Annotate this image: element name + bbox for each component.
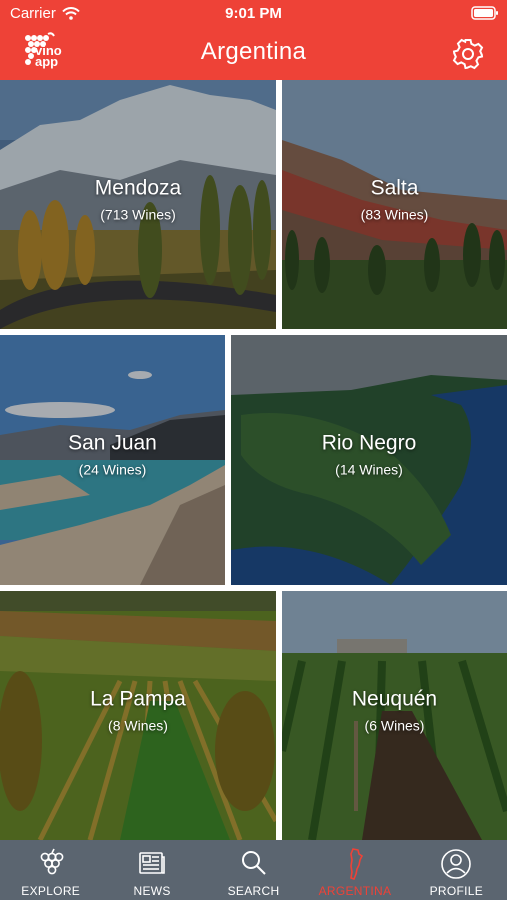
region-wine-count: (6 Wines): [364, 716, 425, 733]
tab-profile[interactable]: PROFILE: [406, 840, 507, 900]
region-wine-count: (713 Wines): [100, 205, 176, 222]
profile-icon: [441, 849, 472, 879]
region-grid: Mendoza (713 Wines) Salta (83 Wines) San…: [0, 80, 507, 840]
grapes-icon: [40, 848, 64, 875]
tab-argentina[interactable]: ARGENTINA: [304, 840, 405, 900]
region-tile-neuquen[interactable]: Neuquén (6 Wines): [282, 591, 507, 840]
tab-label: PROFILE: [429, 884, 484, 898]
tab-label: NEWS: [133, 884, 171, 898]
region-name: Neuquén: [351, 686, 438, 710]
tab-label: ARGENTINA: [318, 884, 392, 898]
region-wine-count: (8 Wines): [108, 716, 168, 733]
region-label: Salta (83 Wines): [282, 176, 507, 222]
argentina-map-icon: [350, 848, 363, 880]
newspaper-icon: [139, 852, 165, 874]
tab-news[interactable]: NEWS: [101, 840, 202, 900]
region-label: San Juan (24 Wines): [0, 431, 225, 477]
region-name: San Juan: [68, 431, 157, 455]
search-icon: [241, 851, 266, 875]
gear-icon[interactable]: [451, 37, 485, 71]
clock: 9:01 PM: [225, 5, 282, 22]
tab-explore[interactable]: EXPLORE: [0, 840, 101, 900]
page-title: Argentina: [200, 38, 307, 65]
region-tile-la-pampa[interactable]: La Pampa (8 Wines): [0, 591, 276, 840]
region-wine-count: (83 Wines): [360, 205, 429, 222]
tab-search[interactable]: SEARCH: [203, 840, 304, 900]
region-tile-mendoza[interactable]: Mendoza (713 Wines): [0, 80, 276, 329]
region-name: Mendoza: [94, 175, 182, 199]
region-wine-count: (24 Wines): [78, 461, 147, 478]
region-label: Mendoza (713 Wines): [0, 176, 276, 222]
region-tile-san-juan[interactable]: San Juan (24 Wines): [0, 335, 225, 585]
region-name: Rio Negro: [321, 431, 417, 455]
region-label: La Pampa (8 Wines): [0, 687, 276, 733]
tab-label: SEARCH: [227, 884, 280, 898]
tab-bar: EXPLORE NEWS SEARCH ARGENTINA PROFILE: [0, 840, 507, 900]
region-tile-rio-negro[interactable]: Rio Negro (14 Wines): [231, 335, 507, 585]
battery-icon: [471, 6, 498, 20]
region-name: La Pampa: [90, 686, 186, 710]
status-bar: Carrier 9:01 PM: [0, 0, 507, 28]
region-tile-salta[interactable]: Salta (83 Wines): [282, 80, 507, 329]
region-wine-count: (14 Wines): [335, 461, 403, 478]
region-label: Neuquén (6 Wines): [282, 687, 507, 733]
nav-bar: vino app Argentina: [0, 28, 507, 80]
region-label: Rio Negro (14 Wines): [231, 431, 507, 477]
tab-label: EXPLORE: [21, 884, 81, 898]
region-name: Salta: [370, 175, 419, 199]
